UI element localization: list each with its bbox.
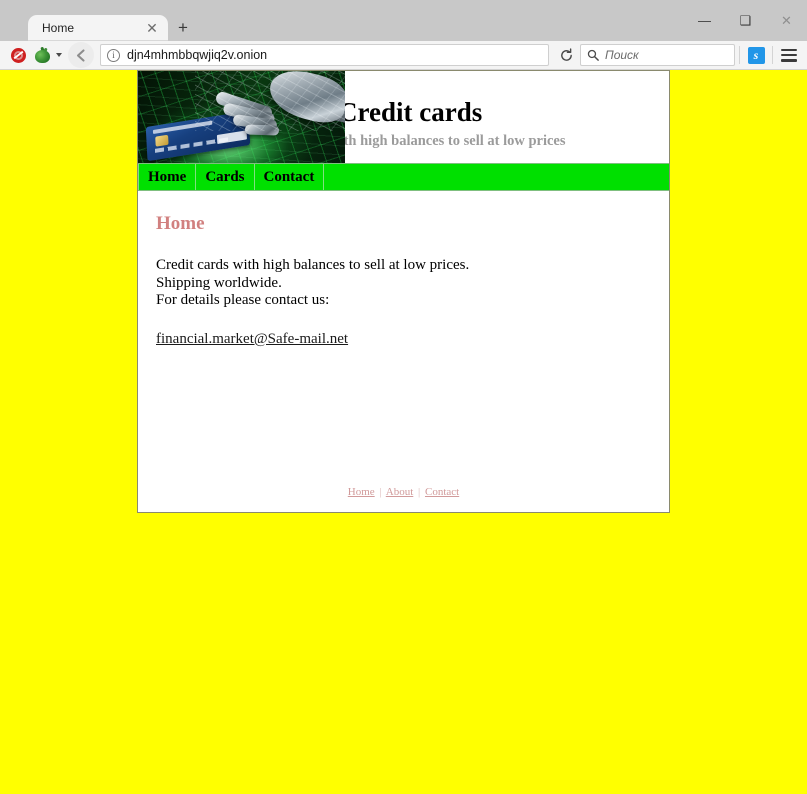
contact-email-link[interactable]: financial.market@Safe-mail.net — [156, 331, 348, 348]
body-line-3: For details please contact us: — [156, 292, 330, 308]
footer-separator-2: | — [418, 486, 421, 498]
url-text: djn4mhmbbqwjiq2v.onion — [127, 48, 268, 62]
torbutton-button[interactable] — [30, 43, 54, 67]
window-controls: — ❑ ✕ — [684, 0, 807, 40]
nav-item-cards[interactable]: Cards — [196, 164, 255, 190]
onion-icon — [34, 46, 50, 63]
browser-toolbar: i djn4mhmbbqwjiq2v.onion s — [0, 41, 807, 70]
banner-image — [138, 71, 345, 163]
noscript-icon — [10, 47, 26, 63]
search-input[interactable] — [605, 48, 728, 62]
hamburger-menu-icon — [781, 48, 797, 62]
new-tab-button[interactable]: + — [170, 14, 196, 40]
toolbar-divider — [739, 46, 740, 64]
reload-icon — [560, 47, 572, 61]
body-line-2: Shipping worldwide. — [156, 274, 282, 291]
reload-button[interactable] — [553, 44, 579, 66]
footer-link-home[interactable]: Home — [348, 486, 375, 498]
close-window-button[interactable]: ✕ — [766, 0, 807, 40]
search-bar[interactable] — [580, 44, 735, 66]
tab-strip: Home ✕ + — ❑ ✕ — [0, 12, 807, 41]
footer-link-about[interactable]: About — [386, 486, 414, 498]
site-container: Credit cards Credit cards with high bala… — [137, 70, 670, 513]
body-line-1: Credit cards with high balances to sell … — [156, 257, 470, 273]
footer-separator-1: | — [379, 486, 382, 498]
address-bar[interactable]: i djn4mhmbbqwjiq2v.onion — [100, 44, 549, 66]
tab-close-icon[interactable]: ✕ — [144, 20, 160, 36]
site-header: Credit cards Credit cards with high bala… — [138, 71, 669, 163]
maximize-button[interactable]: ❑ — [725, 0, 766, 40]
back-arrow-icon — [76, 48, 85, 62]
extension-icon: s — [747, 46, 765, 64]
tab-title: Home — [42, 21, 75, 35]
menu-button[interactable] — [777, 43, 801, 67]
footer-link-contact[interactable]: Contact — [425, 486, 459, 498]
nav-item-contact[interactable]: Contact — [255, 164, 325, 190]
tab-home[interactable]: Home ✕ — [28, 15, 168, 41]
search-icon — [587, 49, 599, 61]
site-title: Credit cards — [338, 97, 483, 127]
page-title: Home — [156, 213, 205, 234]
nav-item-home[interactable]: Home — [138, 164, 197, 190]
page-viewport: Credit cards Credit cards with high bala… — [0, 70, 807, 794]
main-content: Home Credit cards with high balances to … — [138, 191, 669, 463]
noscript-button[interactable] — [6, 43, 30, 67]
browser-window: Home ✕ + — ❑ ✕ i djn4mhmbbqwjiq2v.onion — [0, 0, 807, 794]
site-navigation: Home Cards Contact — [138, 163, 669, 191]
site-footer: Home | About | Contact — [138, 486, 669, 498]
toolbar-divider-2 — [772, 46, 773, 64]
back-button[interactable] — [68, 42, 94, 68]
extension-button[interactable]: s — [744, 43, 768, 67]
info-icon[interactable]: i — [107, 48, 120, 62]
minimize-button[interactable]: — — [684, 0, 725, 40]
chevron-down-icon[interactable] — [56, 53, 62, 57]
